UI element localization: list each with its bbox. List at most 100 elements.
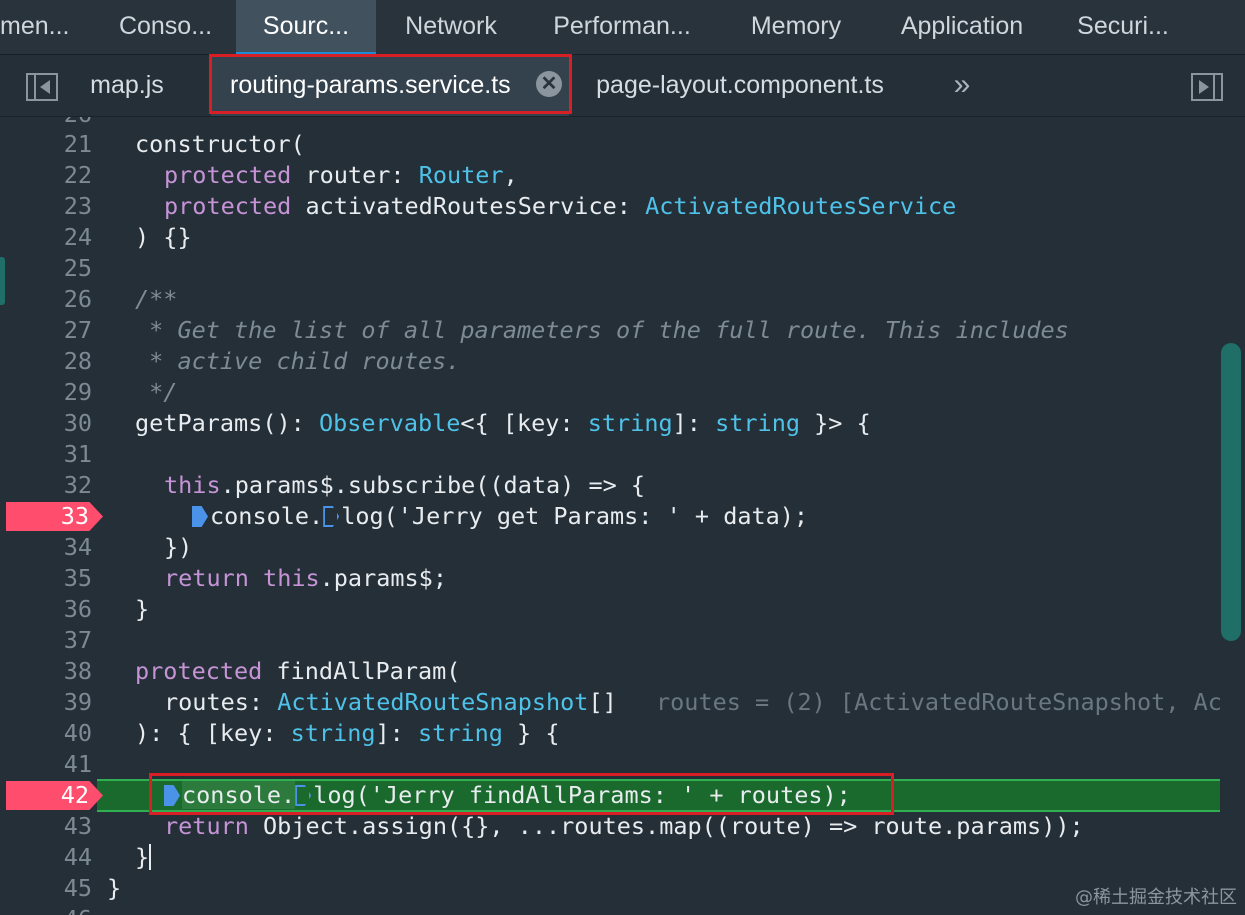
toggle-navigator-icon[interactable] bbox=[26, 73, 58, 106]
code-text: getParams(): Observable<{ [key: string]:… bbox=[135, 408, 871, 439]
line-number[interactable]: 36 bbox=[0, 594, 92, 625]
inline-breakpoint-icon[interactable] bbox=[164, 785, 180, 806]
line-number[interactable]: 35 bbox=[0, 563, 92, 594]
code-line: 43 return Object.assign({}, ...routes.map… bbox=[0, 811, 1220, 842]
line-number[interactable]: 26 bbox=[0, 284, 92, 315]
code-line: 31 bbox=[0, 439, 1220, 470]
tab-sources[interactable]: Sourc... bbox=[236, 0, 376, 54]
line-number[interactable]: 32 bbox=[0, 470, 92, 501]
line-number[interactable]: 25 bbox=[0, 253, 92, 284]
breakpoint-marker[interactable]: 42 bbox=[6, 781, 103, 810]
code-line: 28 * active child routes. bbox=[0, 346, 1220, 377]
devtools-panel-tabs: men... Conso... Sourc... Network Perform… bbox=[0, 0, 1245, 55]
code-line: 46 bbox=[0, 904, 1220, 915]
tab-label: Application bbox=[900, 12, 1024, 40]
code-line-breakpoint: 42 console. log('Jerry findAllParams: ' + … bbox=[0, 780, 1220, 811]
file-tabs-bar: map.js routing-params.service.ts ✕ page-… bbox=[0, 55, 1245, 117]
tab-label: men... bbox=[0, 12, 70, 40]
code-token: log('Jerry findAllParams: ' + routes); bbox=[313, 781, 851, 809]
tab-application[interactable]: Application bbox=[880, 0, 1044, 54]
keyword: this bbox=[263, 564, 320, 592]
close-icon[interactable]: ✕ bbox=[536, 71, 562, 97]
line-number[interactable]: 45 bbox=[0, 873, 92, 904]
code-line: 23 protected activatedRoutesService: Acti… bbox=[0, 191, 1220, 222]
file-tab-routing-params[interactable]: routing-params.service.ts bbox=[211, 55, 569, 116]
type-token: ActivatedRouteSnapshot bbox=[277, 688, 589, 716]
file-tab-map-js[interactable]: map.js bbox=[66, 55, 188, 116]
type-token: string bbox=[417, 719, 503, 747]
code-line: 22 protected router: Router, bbox=[0, 160, 1220, 191]
code-token: router: bbox=[291, 161, 419, 189]
toggle-debugger-icon[interactable] bbox=[1191, 73, 1223, 106]
line-number[interactable]: 30 bbox=[0, 408, 92, 439]
keyword: protected bbox=[164, 161, 292, 189]
keyword: protected bbox=[135, 657, 263, 685]
code-line: 40 ): { [key: string]: string } { bbox=[0, 718, 1220, 749]
line-number[interactable]: 23 bbox=[0, 191, 92, 222]
keyword: this bbox=[164, 471, 221, 499]
code-token: } { bbox=[502, 719, 560, 747]
inline-breakpoint-icon[interactable] bbox=[295, 785, 312, 806]
line-number[interactable]: 43 bbox=[0, 811, 92, 842]
code-line: 36} bbox=[0, 594, 1220, 625]
line-number[interactable]: 29 bbox=[0, 377, 92, 408]
code-line: 26 /** bbox=[0, 284, 1220, 315]
code-line: 41 bbox=[0, 749, 1220, 780]
tab-network[interactable]: Network bbox=[384, 0, 518, 54]
code-text: this.params$.subscribe((data) => { bbox=[164, 470, 645, 501]
line-number[interactable]: 24 bbox=[0, 222, 92, 253]
code-token: console. bbox=[210, 502, 324, 530]
line-number[interactable]: 31 bbox=[0, 439, 92, 470]
line-number[interactable]: 21 bbox=[0, 129, 92, 160]
line-number[interactable]: 37 bbox=[0, 625, 92, 656]
tab-security[interactable]: Securi... bbox=[1060, 0, 1186, 54]
line-number[interactable]: 34 bbox=[0, 532, 92, 563]
line-number[interactable]: 46 bbox=[0, 904, 92, 915]
code-text: routes: ActivatedRouteSnapshot[] bbox=[164, 687, 617, 718]
keyword: protected bbox=[164, 192, 292, 220]
file-tab-page-layout[interactable]: page-layout.component.ts bbox=[575, 55, 905, 116]
tab-console[interactable]: Conso... bbox=[96, 0, 235, 54]
vertical-scrollbar[interactable] bbox=[1221, 343, 1241, 641]
tab-performance[interactable]: Performan... bbox=[532, 0, 712, 54]
tab-elements[interactable]: men... bbox=[0, 0, 96, 54]
code-editor[interactable]: 26 21 constructor( 22 protected router: Ro… bbox=[0, 117, 1245, 915]
code-line: 35 return this.params$; bbox=[0, 563, 1220, 594]
inline-breakpoint-icon[interactable] bbox=[192, 506, 208, 527]
line-number[interactable]: 39 bbox=[0, 687, 92, 718]
code-token: <{ [key: bbox=[460, 409, 588, 437]
breakpoint-marker[interactable]: 33 bbox=[6, 502, 103, 531]
line-number[interactable]: 28 bbox=[0, 346, 92, 377]
more-tabs-icon[interactable]: » bbox=[944, 55, 980, 116]
code-text: ): { [key: string]: string } { bbox=[135, 718, 559, 749]
tab-memory[interactable]: Memory bbox=[730, 0, 862, 54]
keyword: return bbox=[164, 812, 249, 840]
tab-label: Sourc... bbox=[262, 12, 350, 40]
code-text: ) {} bbox=[135, 223, 192, 251]
tab-label: Securi... bbox=[1077, 12, 1169, 40]
code-text: protected activatedRoutesService: Activa… bbox=[164, 191, 956, 222]
code-text: } bbox=[135, 595, 150, 623]
line-number[interactable]: 41 bbox=[0, 749, 92, 780]
code-token: }> { bbox=[800, 409, 871, 437]
code-token: Object.assign({}, ...routes.map((route) … bbox=[248, 812, 1084, 840]
line-number[interactable]: 27 bbox=[0, 315, 92, 346]
line-number[interactable]: 40 bbox=[0, 718, 92, 749]
comment-text: * active child routes. bbox=[135, 347, 461, 375]
text-cursor bbox=[149, 844, 152, 870]
inline-breakpoint-icon[interactable] bbox=[323, 506, 340, 527]
code-line: 44} bbox=[0, 842, 1220, 873]
tab-label: Memory bbox=[750, 12, 842, 40]
watermark: @稀土掘金技术社区 bbox=[1075, 887, 1237, 908]
code-text: } bbox=[107, 874, 122, 902]
code-text: } bbox=[135, 842, 152, 873]
line-number[interactable]: 44 bbox=[0, 842, 92, 873]
file-tab-label: page-layout.component.ts bbox=[596, 71, 884, 99]
line-number[interactable]: 38 bbox=[0, 656, 92, 687]
line-number[interactable]: 22 bbox=[0, 160, 92, 191]
code-line: 29 */ bbox=[0, 377, 1220, 408]
code-line: 24 ) {} bbox=[0, 222, 1220, 253]
code-line: 32 this.params$.subscribe((data) => { bbox=[0, 470, 1220, 501]
type-token: string bbox=[715, 409, 800, 437]
